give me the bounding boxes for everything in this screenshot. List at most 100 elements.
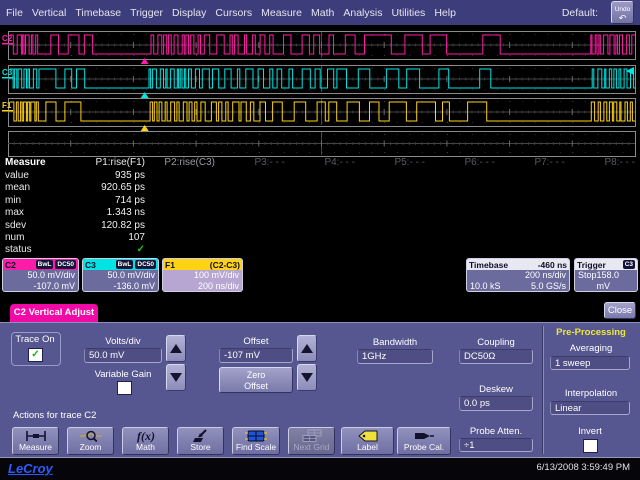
undo-button[interactable]: Undo ↶ [611,1,634,24]
volts-div-field[interactable]: 50.0 mV [84,348,162,363]
coupling-field[interactable]: DC50Ω [459,349,533,364]
zoom-button[interactable]: Zoom [67,427,114,455]
menu-analysis[interactable]: Analysis [343,7,382,19]
menu-cursors[interactable]: Cursors [215,7,252,19]
trigger-slope: Negative [601,291,637,292]
lecroy-logo: LeCroy [8,461,53,476]
zero-offset-button[interactable]: Zero Offset [219,367,293,393]
action-button-label: Measure [13,443,58,452]
menu-measure[interactable]: Measure [261,7,302,19]
action-button-label: Zoom [68,443,113,452]
measure-row-sdev: sdev [5,220,26,231]
averaging-field[interactable]: 1 sweep [550,356,630,370]
label-icon [342,429,393,443]
descriptor-c2[interactable]: C2 BwL DC50 50.0 mV/div -107.0 mV [2,258,79,292]
close-button[interactable]: Close [604,302,636,319]
invert-checkbox[interactable] [583,439,598,453]
offset-down-button[interactable] [297,364,317,391]
deskew-label: Deskew [459,384,533,395]
interpolation-field[interactable]: Linear [550,401,630,415]
status-bar: LeCroy 6/13/2008 3:59:49 PM [0,457,640,480]
measure-p1-max: 1.343 ns [35,207,145,218]
measure-p1-mean: 920.65 ps [35,182,145,193]
menu-utilities[interactable]: Utilities [391,7,425,19]
measure-row-status: status [5,244,32,255]
trigger-time-marker-c3[interactable] [141,92,149,98]
c2-bwl-badge: BwL [36,260,54,269]
descriptor-trigger[interactable]: Trigger C3 Stop 158.0 mV Width Negative [574,258,638,292]
math-icon: f(x) [123,429,168,443]
bandwidth-label: Bandwidth [357,337,433,348]
trigger-level: 158.0 mV [597,270,634,291]
trace-on-label: Trace On [11,334,59,345]
menu-display[interactable]: Display [172,7,206,19]
c2-dc50-badge: DC50 [55,260,76,269]
interpolation-label: Interpolation [550,388,632,399]
offset-field[interactable]: -107 mV [219,348,293,363]
menu-timebase[interactable]: Timebase [75,7,121,19]
oscilloscope-screen: File Vertical Timebase Trigger Display Cursor… [0,0,640,480]
deskew-field[interactable]: 0.0 ps [459,396,533,411]
trigger-title: Trigger [577,260,606,270]
menu-help[interactable]: Help [434,7,456,19]
math-button[interactable]: f(x)Math [122,427,169,455]
trigger-time-marker-c2[interactable] [141,58,149,64]
next-grid-icon [289,429,334,443]
next-grid-button: Next Grid [288,427,335,455]
descriptor-c3[interactable]: C3 BwL DC50 50.0 mV/div -136.0 mV [82,258,159,292]
measure-icon [13,429,58,443]
svg-text:f(x): f(x) [137,429,155,443]
undo-icon: ↶ [612,14,633,22]
find-scale-icon [233,429,279,443]
measure-p1-min: 714 ps [35,195,145,206]
descriptor-f1[interactable]: F1 (C2-C3) 100 mV/div 200 ns/div [162,258,243,292]
preprocessing-label: Pre-Processing [548,327,634,338]
probe-cal--button[interactable]: Probe Cal. [397,427,451,455]
offset-label: Offset [219,336,293,347]
measure-col-p8[interactable]: P8:- - - [545,157,635,168]
c3-bwl-badge: BwL [116,260,134,269]
measure-p1-sdev: 120.82 ps [35,220,145,231]
tab-c2-vertical-adjust[interactable]: C2 Vertical Adjust [10,304,98,322]
menu-file[interactable]: File [6,7,23,19]
channel-label-c2[interactable]: C2 [2,34,13,43]
channel-label-f1[interactable]: F1 [2,101,12,110]
menu-vertical[interactable]: Vertical [32,7,66,19]
menu-trigger[interactable]: Trigger [130,7,163,19]
timebase-tdiv: 200 ns/div [467,270,569,281]
volts-div-down-button[interactable] [166,364,186,391]
offset-up-button[interactable] [297,335,317,362]
c3-offset: -136.0 mV [83,281,158,292]
measure-row-value: value [5,170,29,181]
store-icon [178,429,223,443]
f1-source: (C2-C3) [210,260,240,270]
bandwidth-field[interactable]: 1GHz [357,349,433,364]
channel-label-c3[interactable]: C3 [2,68,13,77]
trace-on-checkbox[interactable]: ✓ [28,348,43,362]
c2-offset: -107.0 mV [3,281,78,292]
default-label: Default: [562,7,598,19]
probe-atten-field[interactable]: ÷1 [459,438,533,452]
action-button-label: Store [178,443,223,452]
c3-vdiv: 50.0 mV/div [83,270,158,281]
measure-table-title: Measure [5,157,46,168]
measure-row-mean: mean [5,182,30,193]
descriptor-timebase[interactable]: Timebase -460 ns 200 ns/div 10.0 kS 5.0 … [466,258,570,292]
label-button[interactable]: Label [341,427,394,455]
trigger-time-marker-f1[interactable] [141,125,149,131]
clock-timestamp: 6/13/2008 3:59:49 PM [537,462,631,473]
variable-gain-checkbox[interactable] [117,381,132,395]
trigger-type: Width [578,291,601,292]
find-scale-button[interactable]: Find Scale [232,427,280,455]
invert-label: Invert [560,426,620,437]
menu-math[interactable]: Math [311,7,334,19]
measure-button[interactable]: Measure [12,427,59,455]
volts-div-up-button[interactable] [166,335,186,362]
actions-label: Actions for trace C2 [13,410,133,421]
action-button-label: Label [342,443,393,452]
c3-dc50-badge: DC50 [135,260,156,269]
c2-title: C2 [5,260,16,270]
f1-title: F1 [165,260,175,270]
measure-p1-num: 107 [35,232,145,243]
store-button[interactable]: Store [177,427,224,455]
